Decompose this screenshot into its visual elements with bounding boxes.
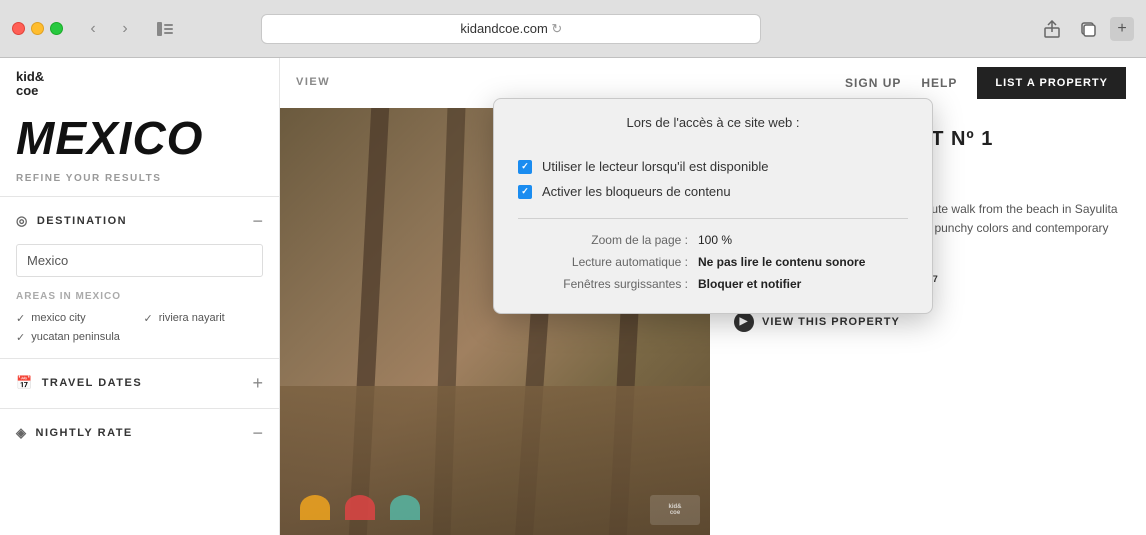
watermark: kid& coe	[650, 495, 700, 525]
view-property-label: VIEW THIS PROPERTY	[762, 316, 900, 328]
destination-filter-title: ◎ DESTINATION	[16, 213, 127, 229]
address-bar[interactable]: kidandcoe.com ↻	[261, 14, 761, 44]
rate-icon: ◈	[16, 425, 28, 441]
main-content: SIGN UP HELP LIST A PROPERTY	[280, 58, 1146, 535]
travel-dates-filter: 📅 TRAVEL DATES +	[0, 358, 279, 408]
destination-filter-header[interactable]: ◎ DESTINATION −	[16, 211, 263, 232]
watermark-text: kid& coe	[668, 504, 681, 516]
popup-setting-popups: Fenêtres surgissantes : Bloquer et notif…	[518, 273, 908, 295]
zoom-value: 100 %	[698, 233, 732, 247]
nav-sign-up[interactable]: SIGN UP	[845, 76, 901, 90]
close-button[interactable]	[12, 22, 25, 35]
check-icon: ✓	[16, 331, 25, 344]
new-tab-button[interactable]: +	[1110, 17, 1134, 41]
checkbox-reader[interactable]: ✓	[518, 160, 532, 174]
calendar-icon: 📅	[16, 375, 34, 391]
autoplay-value: Ne pas lire le contenu sonore	[698, 255, 865, 269]
popup-option-2[interactable]: ✓ Activer les bloqueurs de contenu	[518, 179, 908, 204]
travel-dates-toggle-icon[interactable]: +	[252, 373, 263, 394]
option1-label: Utiliser le lecteur lorsqu'il est dispon…	[542, 159, 768, 174]
popups-key: Fenêtres surgissantes :	[518, 277, 698, 291]
browser-chrome: ‹ › kidandcoe.com ↻ +	[0, 0, 1146, 58]
chair-2	[345, 495, 375, 520]
view-btn-icon: ▶	[734, 312, 754, 332]
destination-toggle-icon[interactable]: −	[252, 211, 263, 232]
nav-buttons: ‹ ›	[79, 15, 139, 43]
forward-button[interactable]: ›	[111, 15, 139, 43]
travel-dates-header[interactable]: 📅 TRAVEL DATES +	[16, 373, 263, 394]
areas-title: AREAS IN MEXICO	[16, 291, 263, 302]
page-title: MEXICO	[0, 107, 279, 169]
chairs	[300, 495, 420, 520]
popup-setting-autoplay: Lecture automatique : Ne pas lire le con…	[518, 251, 908, 273]
list-property-button[interactable]: LIST A PROPERTY	[977, 67, 1126, 99]
nightly-rate-filter: ◈ NIGHTLY RATE −	[0, 408, 279, 458]
refine-label: REFINE YOUR RESULTS	[0, 169, 279, 196]
area-label: mexico city	[31, 312, 85, 324]
popup-title: Lors de l'accès à ce site web :	[518, 115, 908, 130]
tabs-button[interactable]	[1074, 15, 1102, 43]
areas-grid: ✓ mexico city ✓ riviera nayarit ✓ yucata…	[16, 312, 263, 344]
nightly-rate-toggle-icon[interactable]: −	[252, 423, 263, 444]
share-button[interactable]	[1038, 15, 1066, 43]
area-label: yucatan peninsula	[31, 331, 120, 343]
safari-popup: Lors de l'accès à ce site web : ✓ Utilis…	[493, 98, 933, 314]
traffic-lights	[12, 22, 63, 35]
areas-section: AREAS IN MEXICO ✓ mexico city ✓ riviera …	[16, 291, 263, 344]
popup-content: Lors de l'accès à ce site web : ✓ Utilis…	[494, 99, 932, 313]
area-item-yucatan[interactable]: ✓ yucatan peninsula	[16, 331, 136, 344]
refresh-icon[interactable]: ↻	[551, 21, 562, 37]
area-item-mexico-city[interactable]: ✓ mexico city	[16, 312, 136, 325]
option2-label: Activer les bloqueurs de contenu	[542, 184, 731, 199]
minimize-button[interactable]	[31, 22, 44, 35]
autoplay-key: Lecture automatique :	[518, 255, 698, 269]
check-icon: ✓	[16, 312, 25, 325]
travel-dates-title: 📅 TRAVEL DATES	[16, 375, 142, 391]
url-text: kidandcoe.com	[460, 21, 547, 36]
popups-value: Bloquer et notifier	[698, 277, 801, 291]
zoom-key: Zoom de la page :	[518, 233, 698, 247]
popup-options: ✓ Utiliser le lecteur lorsqu'il est disp…	[518, 144, 908, 214]
nightly-rate-title: ◈ NIGHTLY RATE	[16, 425, 133, 441]
area-item-riviera[interactable]: ✓ riviera nayarit	[144, 312, 264, 325]
destination-input[interactable]	[16, 244, 263, 277]
back-button[interactable]: ‹	[79, 15, 107, 43]
page-content: kid& coe MEXICO REFINE YOUR RESULTS ◎ DE…	[0, 58, 1146, 535]
check-icon: ✓	[144, 312, 153, 325]
chair-3	[390, 495, 420, 520]
checkbox-content-blockers[interactable]: ✓	[518, 185, 532, 199]
sidebar-toggle-button[interactable]	[151, 15, 179, 43]
popup-settings: Zoom de la page : 100 % Lecture automati…	[518, 218, 908, 299]
nightly-rate-header[interactable]: ◈ NIGHTLY RATE −	[16, 423, 263, 444]
sidebar: kid& coe MEXICO REFINE YOUR RESULTS ◎ DE…	[0, 58, 280, 535]
fullscreen-button[interactable]	[50, 22, 63, 35]
nav-help[interactable]: HELP	[921, 76, 957, 90]
popup-setting-zoom: Zoom de la page : 100 %	[518, 229, 908, 251]
browser-actions: +	[1038, 15, 1134, 43]
chair-1	[300, 495, 330, 520]
destination-icon: ◎	[16, 213, 29, 229]
area-label: riviera nayarit	[159, 312, 225, 324]
destination-filter: ◎ DESTINATION − AREAS IN MEXICO ✓ mexico…	[0, 196, 279, 358]
logo: kid& coe	[16, 70, 44, 99]
site-logo: kid& coe	[0, 58, 279, 107]
view-property-button[interactable]: ▶ VIEW THIS PROPERTY	[734, 312, 1122, 332]
popup-option-1[interactable]: ✓ Utiliser le lecteur lorsqu'il est disp…	[518, 154, 908, 179]
